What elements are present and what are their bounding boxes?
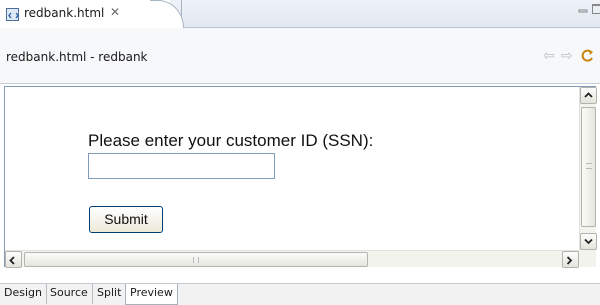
tab-curve (150, 0, 184, 28)
preview-pane: Please enter your customer ID (SSN): Sub… (4, 86, 597, 268)
forward-arrow-icon[interactable]: ⇨ (561, 48, 573, 64)
minimize-icon[interactable] (578, 2, 588, 13)
tab-close-icon[interactable]: ✕ (110, 5, 120, 19)
tab-design[interactable]: Design (0, 284, 47, 304)
editor-tab-strip: redbank.html ✕ (0, 0, 600, 28)
tab-split[interactable]: Split (93, 284, 127, 304)
tab-label: redbank.html (24, 6, 105, 20)
vertical-scroll-thumb[interactable] (581, 107, 596, 227)
html-file-icon (6, 8, 19, 21)
customer-id-field[interactable] (88, 153, 275, 179)
refresh-icon[interactable] (580, 48, 596, 64)
view-tabs: Design Source Split Preview (0, 283, 600, 305)
editor-header: redbank.html - redbank ⇦ ⇨ (0, 28, 600, 84)
horizontal-scrollbar[interactable] (5, 250, 579, 268)
submit-button[interactable]: Submit (89, 206, 163, 233)
horizontal-scroll-thumb[interactable] (24, 252, 368, 267)
preview-viewport: Please enter your customer ID (SSN): Sub… (5, 87, 579, 250)
scroll-up-button[interactable] (580, 87, 597, 104)
customer-id-prompt: Please enter your customer ID (SSN): (88, 131, 374, 150)
tab-preview[interactable]: Preview (125, 284, 178, 305)
editor-tab[interactable]: redbank.html ✕ (0, 0, 184, 28)
back-arrow-icon[interactable]: ⇦ (543, 48, 555, 64)
maximize-icon[interactable] (592, 4, 600, 14)
scroll-left-button[interactable] (5, 251, 22, 268)
grip-icon (586, 163, 592, 169)
tab-source[interactable]: Source (46, 284, 93, 304)
grip-icon (193, 257, 199, 263)
scroll-corner (579, 250, 596, 267)
scroll-right-button[interactable] (562, 251, 579, 268)
page-title: redbank.html - redbank (6, 50, 148, 64)
vertical-scrollbar[interactable] (579, 87, 597, 250)
scroll-down-button[interactable] (580, 233, 597, 250)
